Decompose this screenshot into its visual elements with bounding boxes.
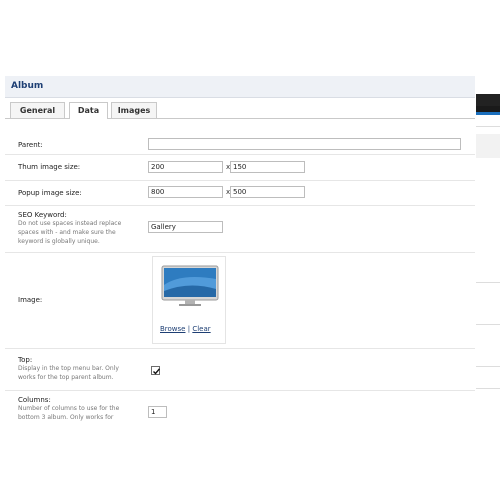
page-title: Album	[11, 81, 44, 91]
image-preview-box: Browse | Clear	[152, 256, 226, 344]
right-divider-4	[476, 366, 500, 367]
thumb-height-field[interactable]: 150	[230, 161, 305, 173]
clear-link[interactable]: Clear	[192, 325, 210, 333]
browse-link[interactable]: Browse	[160, 325, 186, 333]
checkmark-icon	[153, 368, 161, 375]
tab-images[interactable]: Images	[111, 102, 157, 118]
popup-width-field[interactable]: 800	[148, 186, 223, 198]
popup-size-row: Popup image size: 800 x 500	[5, 180, 475, 206]
link-separator: |	[187, 325, 191, 333]
columns-label: Columns:	[18, 396, 51, 404]
columns-hint-line-1: Number of columns to use for the	[18, 405, 120, 412]
tab-data[interactable]: Data	[69, 102, 108, 119]
image-links: Browse | Clear	[160, 325, 211, 333]
thumb-width-field[interactable]: 200	[148, 161, 223, 173]
parent-label: Parent:	[18, 141, 43, 149]
columns-row: Columns: Number of columns to use for th…	[5, 390, 475, 425]
top-row: Top: Display in the top menu bar. Only w…	[5, 348, 475, 391]
thumb-size-row: Thum image size: 200 x 150	[5, 154, 475, 181]
seo-keyword-field[interactable]: Gallery	[148, 221, 223, 233]
top-hint-line-1: Display in the top menu bar. Only	[18, 365, 119, 372]
seo-hint-line-1: Do not use spaces instead replace	[18, 220, 122, 227]
monitor-image	[161, 265, 219, 306]
right-divider-2	[476, 282, 500, 283]
image-row: Image: Browse | Clear	[5, 252, 475, 349]
top-checkbox[interactable]	[151, 366, 161, 375]
panel-header: Album	[5, 76, 475, 98]
thumb-size-label: Thum image size:	[18, 163, 81, 171]
right-divider-5	[476, 388, 500, 389]
parent-field[interactable]	[148, 138, 461, 150]
top-hint-line-2: works for the top parent album.	[18, 374, 114, 381]
right-blue-stripe	[476, 112, 500, 115]
seo-hint-line-3: keyword is globally unique.	[18, 238, 100, 245]
parent-row: Parent:	[5, 134, 475, 155]
right-divider	[476, 126, 500, 127]
tab-bar: General Data Images	[5, 98, 475, 119]
popup-size-label: Popup image size:	[18, 189, 82, 197]
seo-label: SEO Keyword:	[18, 211, 67, 219]
right-divider-3	[476, 324, 500, 325]
popup-height-field[interactable]: 500	[230, 186, 305, 198]
columns-hint-line-2: bottom 3 album. Only works for	[18, 414, 114, 421]
seo-hint-line-2: spaces with - and make sure the	[18, 229, 116, 236]
image-label: Image:	[18, 296, 43, 304]
seo-row: SEO Keyword: Do not use spaces instead r…	[5, 205, 475, 253]
right-grey-block	[476, 134, 500, 158]
columns-field[interactable]: 1	[148, 406, 167, 418]
tab-general[interactable]: General	[10, 102, 65, 118]
album-panel: Album General Data Images Parent: Thum i…	[5, 76, 475, 425]
top-label: Top:	[18, 356, 33, 364]
